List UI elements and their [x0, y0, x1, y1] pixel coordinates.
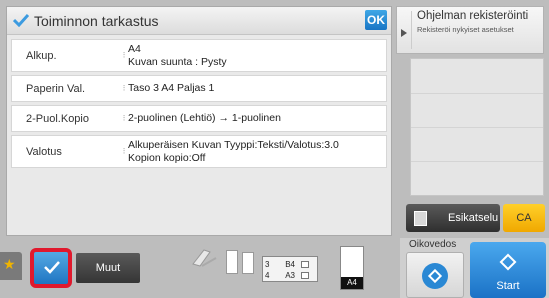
- program-registration-subtitle: Rekisteröi nykyiset asetukset: [417, 25, 514, 34]
- panel-header: Toiminnon tarkastus OK: [7, 7, 391, 35]
- row-value: 2-puolinen (Lehtiö) → 1-puolinen: [128, 110, 386, 127]
- expand-arrow-icon[interactable]: [401, 29, 407, 37]
- divider: [411, 93, 543, 94]
- others-button[interactable]: Muut: [76, 253, 140, 283]
- program-registration-title: Ohjelman rekisteröinti: [417, 10, 529, 22]
- row-value-line: Alkuperäisen Kuvan Tyyppi:Teksti/Valotus…: [128, 138, 339, 151]
- row-label: Valotus: [26, 145, 62, 158]
- proof-copy-button[interactable]: [406, 252, 464, 298]
- row-value-line: 2-puolinen (Lehtiö) → 1-puolinen: [128, 112, 281, 124]
- row-label: 2-Puol.Kopio: [26, 112, 89, 125]
- start-button[interactable]: Start: [470, 242, 546, 298]
- check-icon: [44, 261, 60, 274]
- divider: [411, 127, 543, 128]
- preview-icon: [414, 211, 427, 226]
- settings-row-paper-select: Paperin Val. ⁝ Taso 3 A4 Paljas 1: [11, 75, 387, 102]
- start-diamond-icon: [499, 253, 517, 271]
- separator-icon: ⁝: [122, 83, 126, 93]
- panel-title: Toiminnon tarkastus: [34, 13, 159, 29]
- tray-row: 4 A3: [265, 271, 309, 280]
- start-diamond-icon: [422, 263, 448, 289]
- tray-row: 3 B4: [265, 260, 309, 269]
- star-icon: ★: [3, 256, 16, 272]
- check-icon: [13, 13, 29, 27]
- paper-trays-status: 3 B4 4 A3: [262, 256, 318, 282]
- side-panel-area: [410, 58, 544, 196]
- row-value: Taso 3 A4 Paljas 1: [128, 80, 386, 97]
- start-label: Start: [496, 280, 520, 292]
- scanner-icon: [192, 249, 217, 267]
- row-value-line: Kuvan suunta : Pysty: [128, 55, 227, 68]
- settings-row-exposure: Valotus ⁝ Alkuperäisen Kuvan Tyyppi:Teks…: [11, 135, 387, 168]
- favorites-tab[interactable]: ★: [0, 252, 22, 280]
- separator-icon: ⁝: [122, 50, 126, 60]
- preview-label: Esikatselu: [448, 212, 499, 224]
- preview-button[interactable]: Esikatselu: [406, 204, 500, 232]
- divider: [411, 11, 412, 49]
- row-label: Paperin Val.: [26, 82, 86, 95]
- divider: [411, 161, 543, 162]
- output-tray-status: A4: [340, 246, 364, 290]
- clear-all-button[interactable]: CA: [503, 204, 545, 232]
- machine-status: 3 B4 4 A3 A4: [190, 244, 370, 298]
- ok-button[interactable]: OK: [365, 10, 387, 30]
- row-value-line: Taso 3 A4 Paljas 1: [128, 82, 215, 94]
- function-check-button[interactable]: [30, 248, 72, 288]
- row-value-line: A4: [128, 42, 141, 55]
- settings-list: Alkup. ⁝ A4 Kuvan suunta : Pysty Paperin…: [11, 39, 387, 171]
- program-registration-button[interactable]: Ohjelman rekisteröinti Rekisteröi nykyis…: [396, 6, 544, 54]
- paper-icon: [242, 252, 254, 274]
- settings-row-original: Alkup. ⁝ A4 Kuvan suunta : Pysty: [11, 39, 387, 72]
- proof-copy-label: Oikovedos: [409, 239, 457, 250]
- settings-row-duplex: 2-Puol.Kopio ⁝ 2-puolinen (Lehtiö) → 1-p…: [11, 105, 387, 132]
- tray-level-icon: [301, 272, 309, 280]
- tray-level-icon: [301, 261, 309, 269]
- output-size-label: A4: [341, 277, 363, 289]
- separator-icon: ⁝: [122, 113, 126, 123]
- separator-icon: ⁝: [122, 146, 126, 156]
- row-value: Alkuperäisen Kuvan Tyyppi:Teksti/Valotus…: [128, 137, 386, 167]
- row-label: Alkup.: [26, 49, 57, 62]
- function-check-panel: Toiminnon tarkastus OK Alkup. ⁝ A4 Kuvan…: [6, 6, 392, 236]
- paper-icon: [226, 250, 238, 274]
- row-value-line: Kopion kopio:Off: [128, 151, 206, 164]
- row-value: A4 Kuvan suunta : Pysty: [128, 41, 386, 71]
